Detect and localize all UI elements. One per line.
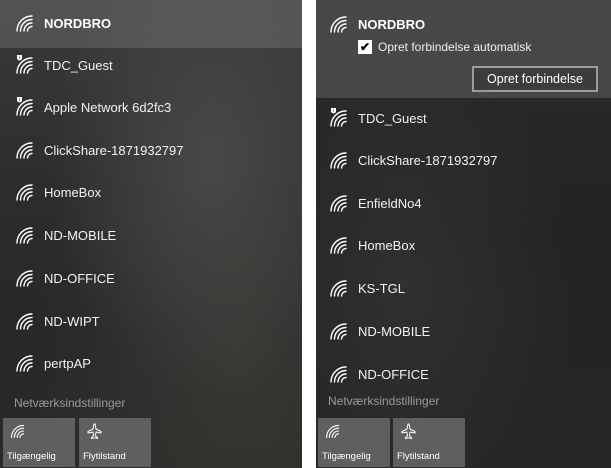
network-item[interactable]: KS-TGL (316, 268, 611, 308)
wifi-icon (14, 225, 36, 245)
wifi-unsecured-icon: ! (328, 108, 350, 128)
network-settings-link[interactable]: Netværksindstillinger (14, 396, 125, 410)
wifi-icon (14, 311, 36, 331)
network-item[interactable]: ND-WIPT (0, 301, 302, 341)
svg-text:!: ! (333, 108, 334, 113)
network-name: NORDBRO (44, 16, 112, 31)
network-name: EnfieldNo4 (358, 195, 422, 211)
network-name: Apple Network 6d2fc3 (44, 99, 172, 115)
tile-label: Flytilstand (83, 451, 126, 462)
wifi-icon (14, 353, 36, 373)
tile-wifi-available[interactable]: Tilgængelig (3, 418, 75, 467)
tile-airplane-mode[interactable]: Flytilstand (393, 418, 465, 467)
network-item[interactable]: ND-OFFICE (0, 258, 302, 298)
network-item-selected[interactable]: NORDBRO (0, 0, 302, 48)
wifi-icon (14, 182, 36, 202)
wifi-icon (9, 423, 27, 439)
wifi-icon (328, 193, 350, 213)
wifi-icon (328, 278, 350, 298)
wifi-icon (328, 235, 350, 255)
network-item[interactable]: ! TDC_Guest (316, 98, 611, 138)
wifi-flyout-left: NORDBRO ! TDC_Guest ! Apple Network 6d2f… (0, 0, 302, 468)
network-item[interactable]: HomeBox (0, 172, 302, 212)
network-item[interactable]: HomeBox (316, 225, 611, 265)
network-name: HomeBox (44, 184, 102, 200)
network-name: ClickShare-1871932797 (44, 142, 184, 158)
network-name: HomeBox (358, 237, 416, 253)
network-item[interactable]: ClickShare-1871932797 (316, 140, 611, 180)
network-item[interactable]: ! Apple Network 6d2fc3 (0, 87, 302, 127)
wifi-unsecured-icon: ! (14, 55, 36, 75)
airplane-icon (399, 423, 417, 439)
network-settings-link[interactable]: Netværksindstillinger (328, 394, 439, 408)
network-item[interactable]: ND-OFFICE (316, 354, 611, 394)
wifi-icon (14, 13, 36, 33)
network-name: TDC_Guest (358, 110, 427, 126)
wifi-unsecured-icon: ! (14, 97, 36, 117)
svg-text:!: ! (19, 97, 20, 102)
network-item[interactable]: ND-MOBILE (316, 311, 611, 351)
tile-label: Tilgængelig (7, 451, 56, 462)
tile-label: Tilgængelig (322, 451, 371, 462)
wifi-icon (328, 150, 350, 170)
network-item[interactable]: pertpAP (0, 343, 302, 383)
svg-text:!: ! (19, 55, 20, 60)
network-name: pertpAP (44, 355, 91, 371)
network-name: NORDBRO (358, 17, 426, 32)
tile-label: Flytilstand (397, 451, 440, 462)
network-item[interactable]: ! TDC_Guest (0, 45, 302, 85)
auto-connect-row[interactable]: ✔ Opret forbindelse automatisk (358, 40, 531, 54)
network-name: ND-WIPT (44, 313, 100, 329)
network-name: TDC_Guest (44, 57, 113, 73)
wifi-icon (328, 14, 350, 34)
connect-button[interactable]: Opret forbindelse (472, 66, 598, 92)
tile-airplane-mode[interactable]: Flytilstand (79, 418, 151, 467)
network-name: ND-OFFICE (44, 270, 115, 286)
wifi-icon (14, 268, 36, 288)
wifi-icon (328, 321, 350, 341)
network-name: ND-OFFICE (358, 366, 429, 382)
network-item[interactable]: EnfieldNo4 (316, 183, 611, 223)
network-name: ClickShare-1871932797 (358, 152, 498, 168)
network-name: ND-MOBILE (358, 323, 431, 339)
auto-connect-checkbox[interactable]: ✔ (358, 40, 372, 54)
wifi-icon (324, 423, 342, 439)
network-item[interactable]: ND-MOBILE (0, 215, 302, 255)
network-item-selected-expanded[interactable]: NORDBRO ✔ Opret forbindelse automatisk O… (316, 0, 611, 98)
wifi-flyout-right: NORDBRO ✔ Opret forbindelse automatisk O… (316, 0, 611, 468)
network-item[interactable]: ClickShare-1871932797 (0, 130, 302, 170)
network-name: ND-MOBILE (44, 227, 117, 243)
wifi-icon (14, 140, 36, 160)
network-name: KS-TGL (358, 280, 405, 296)
auto-connect-label: Opret forbindelse automatisk (378, 40, 532, 54)
airplane-icon (85, 423, 103, 439)
wifi-icon (328, 364, 350, 384)
checkmark-icon: ✔ (359, 40, 371, 54)
tile-wifi-available[interactable]: Tilgængelig (318, 418, 390, 467)
